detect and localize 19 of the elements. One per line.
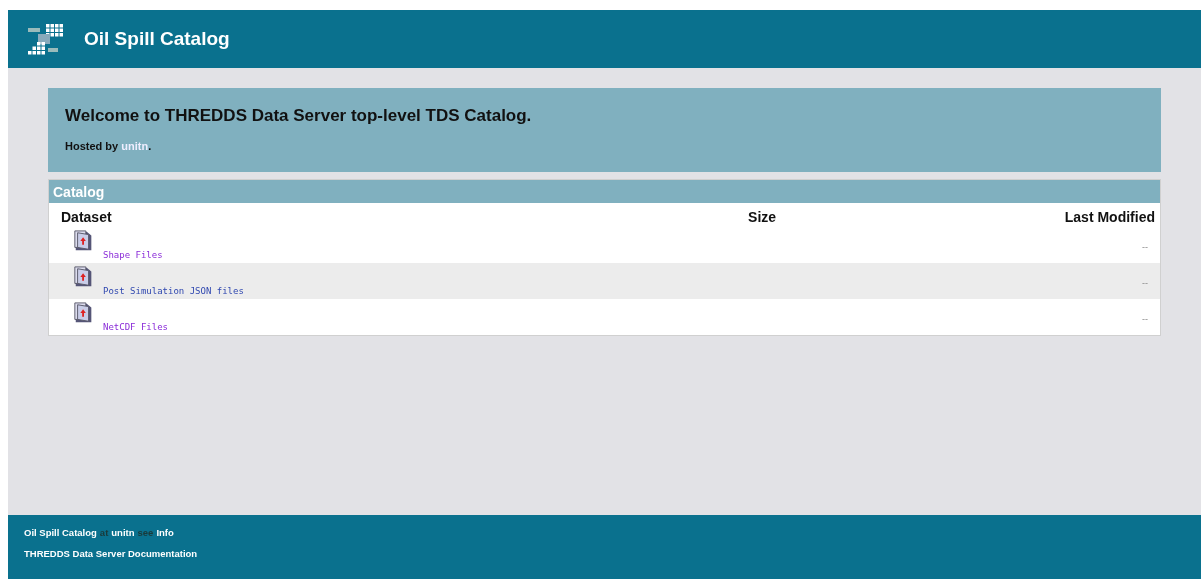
last-modified-value: -- bbox=[1142, 278, 1148, 288]
column-header: Dataset bbox=[60, 208, 113, 227]
hosted-by-text: Hosted by unitn. bbox=[65, 140, 153, 152]
footer-text: at bbox=[99, 527, 109, 538]
dataset-link[interactable]: Shape Files bbox=[103, 250, 163, 260]
footer-link[interactable]: Info bbox=[156, 527, 174, 538]
column-header: Size bbox=[747, 208, 778, 227]
dataset-link[interactable]: NetCDF Files bbox=[103, 322, 169, 332]
dataset-link[interactable]: Post Simulation JSON files bbox=[103, 286, 244, 296]
footer-link[interactable]: Oil Spill Catalog bbox=[24, 527, 97, 538]
last-modified-value: -- bbox=[1142, 314, 1148, 324]
footer-link[interactable]: THREDDS Data Server Documentation bbox=[24, 548, 198, 559]
catalog-title: Catalog bbox=[49, 180, 1160, 203]
column-header: Last Modified bbox=[1063, 208, 1156, 227]
footer-link[interactable]: unitn bbox=[111, 527, 135, 538]
footer-text: see bbox=[137, 527, 154, 538]
welcome-heading: Welcome to THREDDS Data Server top-level TDS Catalog. bbox=[65, 106, 533, 126]
last-modified-value: -- bbox=[1142, 242, 1148, 252]
page-title: Oil Spill Catalog bbox=[84, 28, 230, 50]
